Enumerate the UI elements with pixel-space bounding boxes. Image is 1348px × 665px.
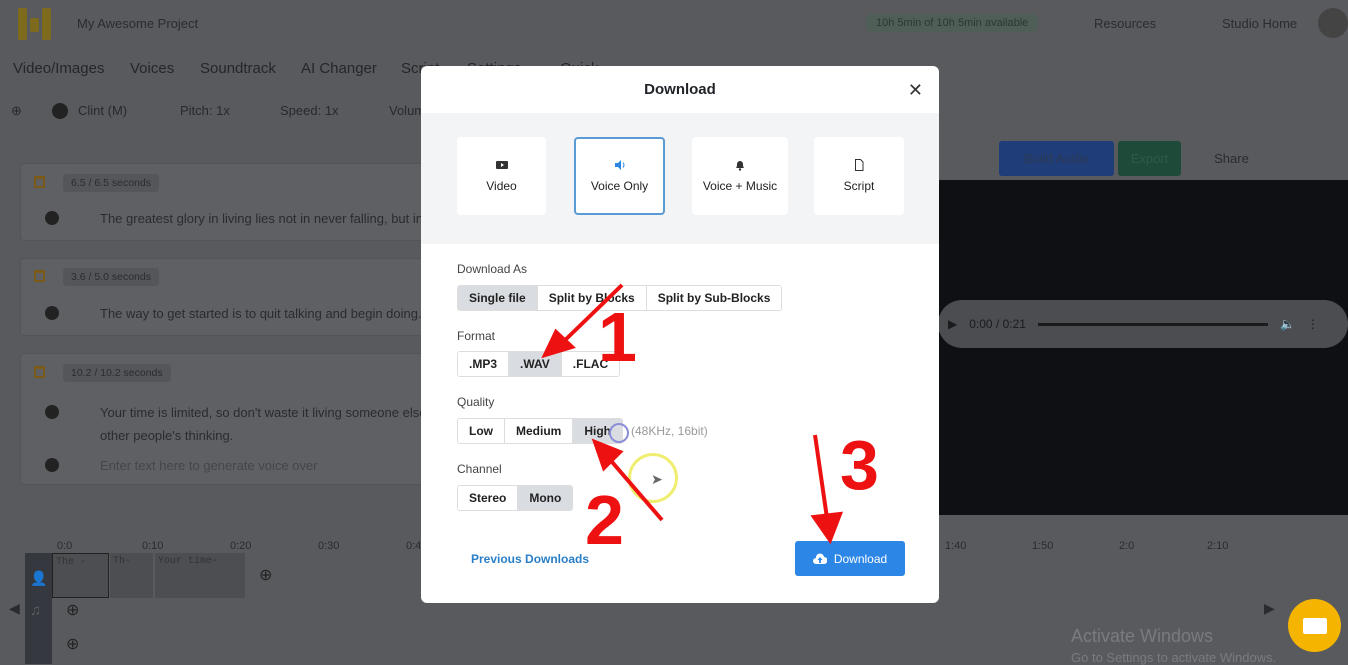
- annotation-number: 2: [585, 481, 624, 559]
- annotation-number: 3: [840, 426, 879, 504]
- arrow-3-head: [810, 511, 844, 545]
- arrow-3: [813, 434, 830, 526]
- annotation-arrows: [541, 283, 844, 545]
- annotation-number: 1: [598, 298, 637, 376]
